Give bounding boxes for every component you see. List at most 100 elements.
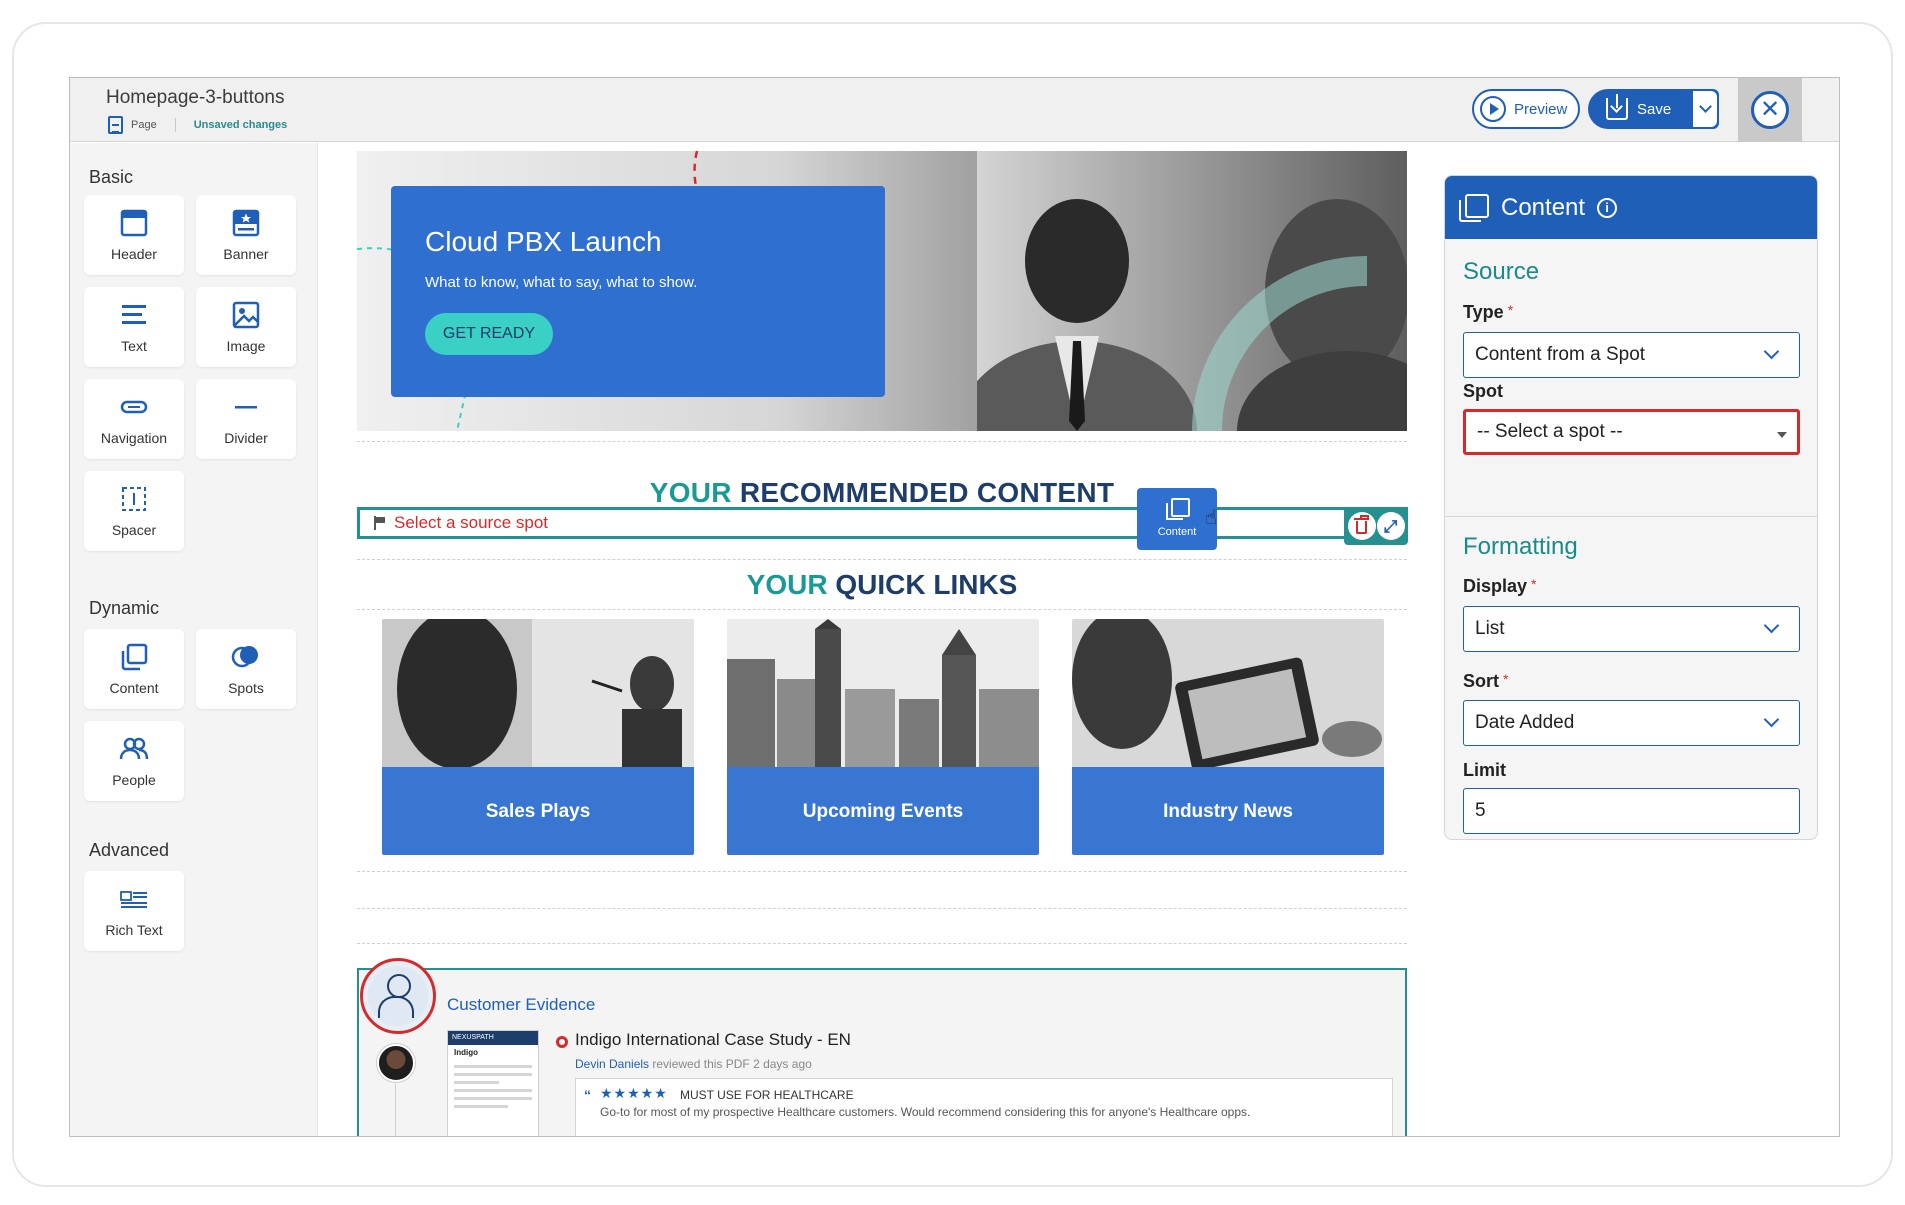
- industry-news-photo: [1072, 619, 1384, 767]
- thumb-line: [454, 1089, 532, 1092]
- sort-select[interactable]: Date Added: [1463, 700, 1800, 746]
- hand-cursor-icon: ☝: [1205, 507, 1218, 529]
- palette-item-label: Divider: [224, 430, 268, 446]
- timeline-line: [395, 1084, 396, 1136]
- navigation-icon: [119, 392, 149, 422]
- palette-item-image[interactable]: Image: [196, 287, 296, 367]
- people-icon: [119, 734, 149, 764]
- palette-item-content[interactable]: Content: [84, 629, 184, 709]
- evidence-title[interactable]: Customer Evidence: [447, 995, 595, 1015]
- document-title[interactable]: Indigo International Case Study - EN: [575, 1030, 851, 1050]
- heading-text: QUICK LINKS: [827, 569, 1018, 600]
- info-icon[interactable]: i: [1597, 197, 1618, 218]
- palette-item-label: Header: [111, 246, 157, 262]
- palette-heading-dynamic: Dynamic: [89, 598, 160, 618]
- sort-value: Date Added: [1475, 712, 1575, 733]
- palette-item-label: Banner: [223, 246, 269, 262]
- rich-text-icon: [119, 884, 149, 914]
- palette-item-label: Rich Text: [105, 922, 163, 938]
- save-label: Save: [1637, 100, 1672, 118]
- upcoming-events-photo: [727, 619, 1039, 767]
- display-label-text: Display: [1463, 576, 1528, 596]
- palette-item-rich-text[interactable]: Rich Text: [84, 871, 184, 951]
- palette-item-label: Spacer: [111, 522, 157, 538]
- section-guide: [357, 943, 1407, 944]
- quick-link-sales-plays[interactable]: Sales Plays: [382, 619, 694, 855]
- palette-item-spots[interactable]: Spots: [196, 629, 296, 709]
- dropdown-arrow-icon: [1777, 432, 1787, 438]
- review-headline: MUST USE FOR HEALTHCARE: [680, 1088, 854, 1102]
- section-divider: [1445, 516, 1817, 517]
- page-title: Homepage-3-buttons: [106, 87, 285, 108]
- block-tools: ⤢: [1344, 507, 1408, 545]
- quick-links-heading: YOUR QUICK LINKS: [357, 569, 1407, 601]
- display-select[interactable]: List: [1463, 606, 1800, 652]
- close-icon: ✕: [1759, 96, 1781, 123]
- palette-item-people[interactable]: People: [84, 721, 184, 801]
- palette-item-text[interactable]: Text: [84, 287, 184, 367]
- expand-icon: ⤢: [1383, 516, 1398, 536]
- palette-item-spacer[interactable]: Spacer: [84, 471, 184, 551]
- document-thumbnail[interactable]: NEXUSPATH Indigo: [447, 1030, 539, 1136]
- reviewer-name[interactable]: Devin Daniels: [575, 1057, 649, 1071]
- page-canvas: Cloud PBX Launch What to know, what to s…: [319, 143, 1409, 1136]
- source-spot-warning: Select a source spot: [374, 513, 548, 533]
- spot-select[interactable]: -- Select a spot --: [1463, 409, 1800, 455]
- type-label-text: Type: [1463, 302, 1504, 322]
- palette-item-label: Text: [121, 338, 147, 354]
- meta-divider: [174, 118, 176, 132]
- spacer-icon: [119, 484, 149, 514]
- thumb-title: Indigo: [454, 1048, 478, 1057]
- close-button[interactable]: ✕: [1751, 91, 1789, 129]
- expand-block-button[interactable]: ⤢: [1376, 512, 1405, 540]
- quick-link-label: Sales Plays: [485, 801, 591, 822]
- chevron-down-icon: [1698, 100, 1712, 113]
- type-select[interactable]: Content from a Spot: [1463, 332, 1800, 378]
- review-meta-text: reviewed this PDF 2 days ago: [649, 1057, 812, 1071]
- limit-value: 5: [1475, 800, 1486, 821]
- delete-block-button[interactable]: [1347, 512, 1376, 540]
- limit-label: Limit: [1463, 760, 1506, 780]
- section-guide: [357, 871, 1407, 872]
- chevron-down-icon: [1763, 343, 1780, 360]
- heading-accent: YOUR: [746, 569, 828, 600]
- heading-accent: YOUR: [649, 477, 732, 508]
- banner-icon: [231, 208, 261, 238]
- palette-item-label: People: [112, 772, 156, 788]
- palette-item-label: Image: [226, 338, 266, 354]
- palette-item-navigation[interactable]: Navigation: [84, 379, 184, 459]
- display-value: List: [1475, 618, 1505, 639]
- limit-input[interactable]: 5: [1463, 788, 1800, 834]
- content-settings-panel: Content i Source Type * Content from a Sp…: [1444, 175, 1818, 840]
- quick-link-industry-news[interactable]: Industry News: [1072, 619, 1384, 855]
- type-label: Type *: [1463, 302, 1513, 323]
- text-icon: [119, 300, 149, 330]
- quick-link-upcoming-events[interactable]: Upcoming Events: [727, 619, 1039, 855]
- palette-item-label: Content: [109, 680, 159, 696]
- section-guide: [357, 559, 1407, 560]
- people-avatar: [360, 958, 436, 1034]
- hero-title: Cloud PBX Launch: [425, 226, 662, 257]
- palette-item-divider[interactable]: Divider: [196, 379, 296, 459]
- type-value: Content from a Spot: [1475, 344, 1646, 365]
- get-ready-button[interactable]: GET READY: [425, 313, 553, 355]
- review-body: Go-to for most of my prospective Healthc…: [600, 1105, 1251, 1119]
- preview-button[interactable]: Preview: [1472, 89, 1580, 129]
- thumb-header: NEXUSPATH: [448, 1031, 538, 1045]
- spot-value: -- Select a spot --: [1477, 421, 1623, 442]
- hero-banner[interactable]: Cloud PBX Launch What to know, what to s…: [357, 151, 1407, 431]
- content-block-selected[interactable]: Select a source spot: [357, 507, 1407, 539]
- palette-item-header[interactable]: Header: [84, 195, 184, 275]
- palette-item-banner[interactable]: Banner: [196, 195, 296, 275]
- preview-label: Preview: [1514, 100, 1568, 118]
- required-marker: *: [1531, 576, 1537, 592]
- content-tag-label: Content: [1157, 526, 1197, 538]
- page-icon: [108, 116, 123, 134]
- customer-evidence-block[interactable]: Customer Evidence NEXUSPATH Indigo Indig…: [357, 958, 1407, 1136]
- content-icon: [119, 642, 149, 672]
- unsaved-status: Unsaved changes: [193, 119, 288, 131]
- quote-icon: “: [584, 1087, 591, 1103]
- header-icon: [119, 208, 149, 238]
- page-preview: Cloud PBX Launch What to know, what to s…: [357, 143, 1408, 1136]
- save-options-button[interactable]: [1691, 89, 1719, 129]
